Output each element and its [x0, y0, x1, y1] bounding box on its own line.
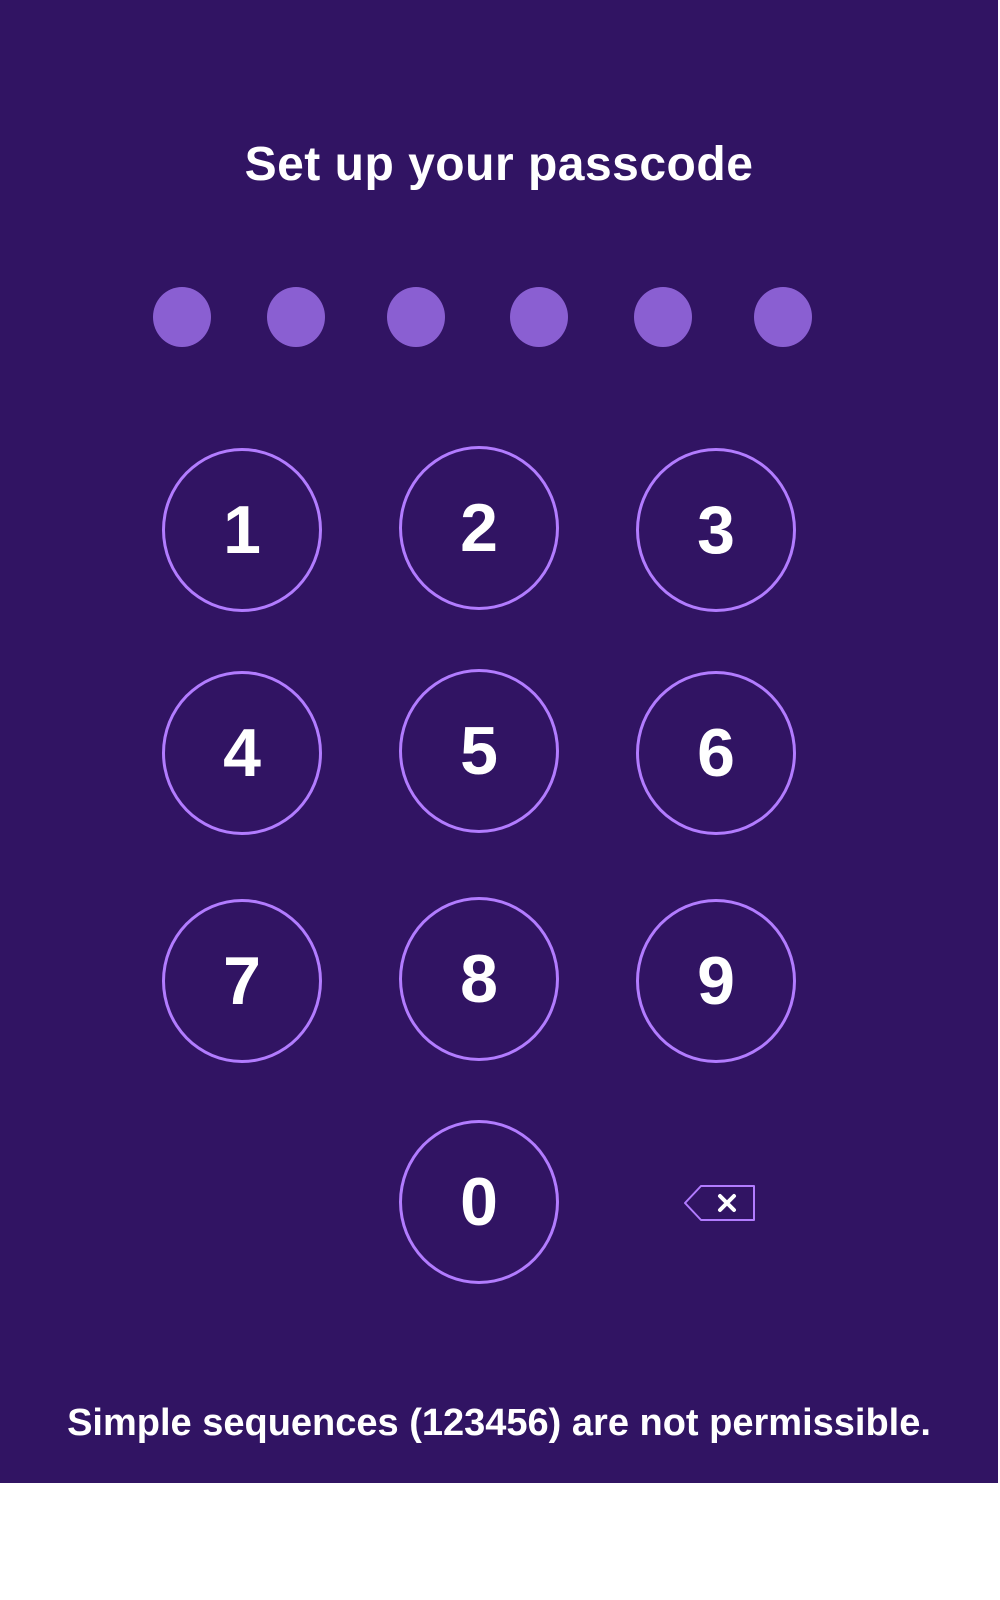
passcode-dot [387, 287, 445, 347]
key-2[interactable]: 2 [399, 446, 559, 610]
key-label: 6 [697, 715, 735, 791]
key-9[interactable]: 9 [636, 899, 796, 1063]
passcode-dot [634, 287, 692, 347]
backspace-button[interactable] [684, 1185, 756, 1221]
passcode-setup-screen: Set up your passcode 1 2 3 4 5 6 7 8 9 0… [0, 0, 998, 1483]
key-label: 0 [460, 1164, 498, 1240]
key-0[interactable]: 0 [399, 1120, 559, 1284]
passcode-rule-hint: Simple sequences (123456) are not permis… [67, 1402, 931, 1444]
key-6[interactable]: 6 [636, 671, 796, 835]
key-label: 8 [460, 941, 498, 1017]
key-8[interactable]: 8 [399, 897, 559, 1061]
backspace-icon [684, 1185, 755, 1221]
key-label: 4 [223, 715, 261, 791]
passcode-dot [267, 287, 325, 347]
passcode-dot [153, 287, 211, 347]
passcode-dot [510, 287, 568, 347]
key-label: 3 [697, 492, 735, 568]
key-label: 7 [223, 943, 261, 1019]
key-label: 1 [223, 492, 261, 568]
key-3[interactable]: 3 [636, 448, 796, 612]
key-1[interactable]: 1 [162, 448, 322, 612]
key-label: 5 [460, 713, 498, 789]
key-label: 9 [697, 943, 735, 1019]
key-7[interactable]: 7 [162, 899, 322, 1063]
key-5[interactable]: 5 [399, 669, 559, 833]
key-4[interactable]: 4 [162, 671, 322, 835]
page-title: Set up your passcode [244, 138, 754, 191]
passcode-dots [0, 287, 998, 347]
passcode-dot [754, 287, 812, 347]
key-label: 2 [460, 490, 498, 566]
